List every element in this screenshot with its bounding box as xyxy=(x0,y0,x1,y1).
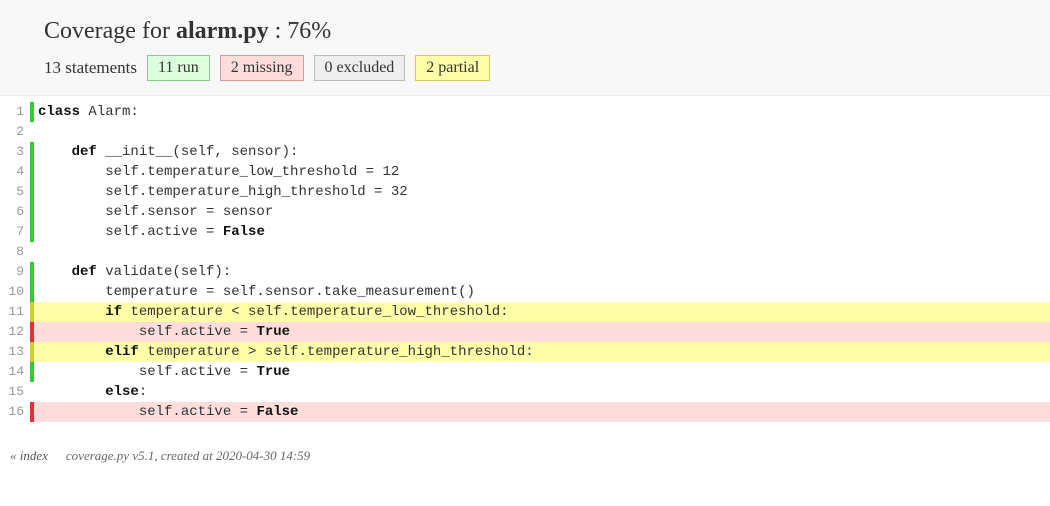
line-number: 15 xyxy=(0,382,30,402)
code-text: self.active = True xyxy=(34,362,1050,382)
statements-count: 13 statements xyxy=(44,58,137,78)
badge-partial[interactable]: 2 partial xyxy=(415,55,490,81)
code-line: 12 self.active = True xyxy=(0,322,1050,342)
code-line: 16 self.active = False xyxy=(0,402,1050,422)
line-number: 6 xyxy=(0,202,30,222)
code-line: 14 self.active = True xyxy=(0,362,1050,382)
badge-missing[interactable]: 2 missing xyxy=(220,55,304,81)
line-number: 16 xyxy=(0,402,30,422)
code-line: 7 self.active = False xyxy=(0,222,1050,242)
code-text: if temperature < self.temperature_low_th… xyxy=(34,302,1050,322)
line-number: 12 xyxy=(0,322,30,342)
source-code: 1class Alarm:2 3 def __init__(self, sens… xyxy=(0,96,1050,422)
line-number: 13 xyxy=(0,342,30,362)
code-line: 2 xyxy=(0,122,1050,142)
page-title: Coverage for alarm.py : 76% xyxy=(44,18,1050,45)
code-text: self.temperature_low_threshold = 12 xyxy=(34,162,1050,182)
code-text xyxy=(34,122,1050,142)
line-number: 8 xyxy=(0,242,30,262)
line-number: 4 xyxy=(0,162,30,182)
line-number: 3 xyxy=(0,142,30,162)
code-line: 9 def validate(self): xyxy=(0,262,1050,282)
code-text: self.active = True xyxy=(34,322,1050,342)
line-number: 14 xyxy=(0,362,30,382)
line-number: 10 xyxy=(0,282,30,302)
title-sep: : xyxy=(269,18,288,44)
code-text: self.active = False xyxy=(34,402,1050,422)
line-number: 7 xyxy=(0,222,30,242)
code-text: self.temperature_high_threshold = 32 xyxy=(34,182,1050,202)
badge-excluded[interactable]: 0 excluded xyxy=(314,55,406,81)
code-line: 4 self.temperature_low_threshold = 12 xyxy=(0,162,1050,182)
line-number: 1 xyxy=(0,102,30,122)
code-line: 8 xyxy=(0,242,1050,262)
title-percent: 76% xyxy=(287,18,331,44)
coverage-header: Coverage for alarm.py : 76% 13 statement… xyxy=(0,0,1050,96)
index-link[interactable]: « index xyxy=(10,448,48,464)
line-number: 9 xyxy=(0,262,30,282)
code-text xyxy=(34,242,1050,262)
code-line: 11 if temperature < self.temperature_low… xyxy=(0,302,1050,322)
code-line: 3 def __init__(self, sensor): xyxy=(0,142,1050,162)
code-text: def __init__(self, sensor): xyxy=(34,142,1050,162)
badge-run[interactable]: 11 run xyxy=(147,55,210,81)
code-line: 10 temperature = self.sensor.take_measur… xyxy=(0,282,1050,302)
footer-info: coverage.py v5.1, created at 2020-04-30 … xyxy=(66,448,310,464)
title-prefix: Coverage for xyxy=(44,18,176,44)
code-line: 15 else: xyxy=(0,382,1050,402)
line-number: 5 xyxy=(0,182,30,202)
code-line: 6 self.sensor = sensor xyxy=(0,202,1050,222)
stats-row: 13 statements 11 run 2 missing 0 exclude… xyxy=(44,55,1050,81)
code-text: temperature = self.sensor.take_measureme… xyxy=(34,282,1050,302)
code-text: self.active = False xyxy=(34,222,1050,242)
footer: « index coverage.py v5.1, created at 202… xyxy=(0,422,1050,476)
code-line: 13 elif temperature > self.temperature_h… xyxy=(0,342,1050,362)
code-text: elif temperature > self.temperature_high… xyxy=(34,342,1050,362)
line-number: 2 xyxy=(0,122,30,142)
code-text: def validate(self): xyxy=(34,262,1050,282)
code-text: self.sensor = sensor xyxy=(34,202,1050,222)
code-text: else: xyxy=(34,382,1050,402)
line-number: 11 xyxy=(0,302,30,322)
code-line: 1class Alarm: xyxy=(0,102,1050,122)
title-filename: alarm.py xyxy=(176,18,269,44)
code-line: 5 self.temperature_high_threshold = 32 xyxy=(0,182,1050,202)
code-text: class Alarm: xyxy=(34,102,1050,122)
